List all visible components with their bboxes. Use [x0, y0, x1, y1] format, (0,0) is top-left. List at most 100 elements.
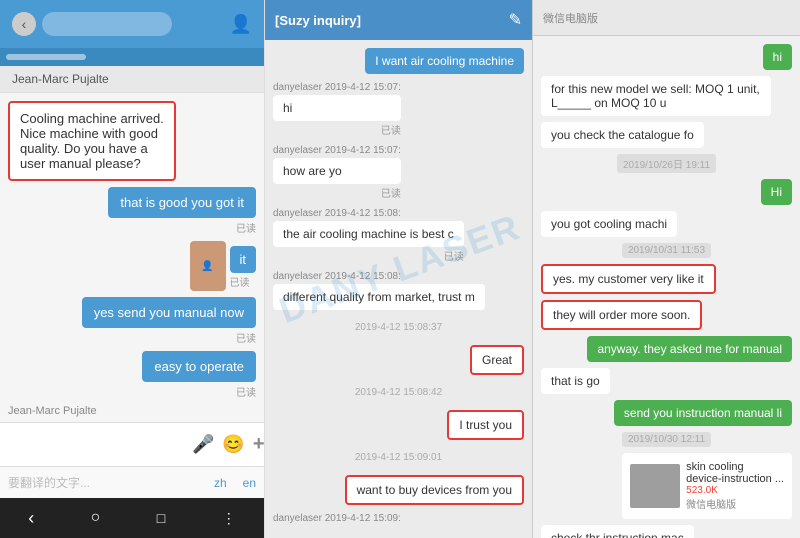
recents-nav-icon[interactable]: □	[157, 510, 165, 526]
sender-name: danyelaser	[273, 208, 322, 219]
right-header-label: 微信电脑版	[543, 10, 598, 26]
back-nav-icon[interactable]: ‹	[28, 508, 34, 529]
emoji-icon[interactable]: 😊	[222, 434, 244, 455]
translate-from[interactable]: zh	[214, 476, 227, 490]
message-meta: danyelaser 2019-4-12 15:08:	[273, 271, 485, 282]
message-text: the air cooling machine is best c	[283, 227, 454, 241]
list-item: send you instruction manual li	[614, 400, 792, 426]
message-timestamp: 2019-4-12 15:09:	[325, 513, 401, 524]
microphone-icon[interactable]: 🎤	[192, 434, 214, 455]
right-messages-container: hi for this new model we sell: MOQ 1 uni…	[533, 36, 800, 538]
message-bubble: yes send you manual now	[82, 297, 256, 328]
list-item: you check the catalogue fo	[541, 122, 704, 148]
timestamp-label: 2019/10/26日 19:11	[617, 154, 716, 173]
product-size: 523.0K	[686, 485, 784, 496]
list-item: anyway. they asked me for manual	[587, 336, 792, 362]
message-timestamp: 2019-4-12 15:07:	[325, 145, 401, 156]
home-nav-icon[interactable]: ○	[91, 509, 101, 527]
sender-name: danyelaser	[273, 82, 322, 93]
list-item: you got cooling machi	[541, 211, 677, 237]
list-item: danyelaser 2019-4-12 15:07: how are yo 已…	[273, 145, 401, 200]
message-timestamp: 2019-4-12 15:07:	[325, 82, 401, 93]
message-text: yes. my customer very like it	[553, 272, 704, 286]
timestamp-label: 2019/10/30 12:11	[622, 432, 711, 447]
middle-header: [Suzy inquiry] ✎	[265, 0, 532, 40]
message-text: that is go	[551, 374, 600, 388]
read-status: 已读	[230, 278, 250, 289]
message-bubble: Cooling machine arrived.Nice machine wit…	[8, 101, 176, 181]
message-bubble: I want air cooling machine	[365, 48, 524, 74]
message-bubble: Hi	[761, 179, 792, 205]
message-input-row: 🎤 😊 +	[0, 422, 264, 466]
message-bubble: check thr instruction mac	[541, 525, 694, 538]
message-bubble: hi	[273, 95, 401, 121]
left-chat-panel: ‹ 👤 Jean-Marc Pujalte Cooling machine ar…	[0, 0, 265, 538]
message-text: different quality from market, trust m	[283, 290, 475, 304]
read-status: 已读	[273, 185, 401, 200]
contact-name-blur	[6, 54, 86, 60]
read-status: 已读	[273, 248, 464, 263]
list-item: I want air cooling machine	[365, 48, 524, 74]
message-text: how are yo	[283, 164, 342, 178]
message-bubble: you got cooling machi	[541, 211, 677, 237]
app-container: DANY LASER ‹ 👤 Jean-Marc Pujalte	[0, 0, 800, 538]
search-bar[interactable]	[42, 12, 172, 36]
list-item: Cooling machine arrived.Nice machine wit…	[8, 101, 176, 181]
message-text: I trust you	[459, 418, 512, 432]
list-item: yes send you manual now 已读	[82, 297, 256, 345]
message-text: for this new model we sell: MOQ 1 unit, …	[551, 82, 760, 110]
read-status: 已读	[273, 122, 401, 137]
message-meta: danyelaser 2019-4-12 15:08:	[273, 208, 464, 219]
list-item: for this new model we sell: MOQ 1 unit, …	[541, 76, 771, 116]
message-text: send you instruction manual li	[624, 406, 782, 420]
message-text: anyway. they asked me for manual	[597, 342, 782, 356]
message-input[interactable]	[8, 437, 184, 452]
message-text: Hi	[771, 185, 782, 199]
list-item: check thr instruction mac	[541, 525, 694, 538]
message-bubble: easy to operate	[142, 351, 256, 382]
contact-name: Jean-Marc Pujalte	[12, 72, 109, 86]
person-icon[interactable]: 👤	[230, 14, 252, 35]
list-item: danyelaser 2019-4-12 15:09:	[273, 513, 401, 526]
menu-nav-icon[interactable]: ⋮	[222, 510, 236, 527]
product-card: skin coolingdevice-instruction ... 523.0…	[622, 453, 792, 519]
message-bubble: they will order more soon.	[541, 300, 702, 330]
nav-bar: ‹ ○ □ ⋮	[0, 498, 264, 538]
message-text: yes send you manual now	[94, 305, 244, 320]
avatar: 👤	[190, 241, 226, 291]
message-text: that is good you got it	[120, 195, 244, 210]
translate-bar: 要翻译的文字... zh en	[0, 466, 264, 498]
left-messages-container: Cooling machine arrived.Nice machine wit…	[0, 93, 264, 422]
list-item: danyelaser 2019-4-12 15:08: the air cool…	[273, 208, 464, 263]
message-bubble: for this new model we sell: MOQ 1 unit, …	[541, 76, 771, 116]
product-card-container: skin coolingdevice-instruction ... 523.0…	[622, 453, 792, 519]
product-name: skin coolingdevice-instruction ...	[686, 461, 784, 485]
left-header: ‹ 👤	[0, 0, 264, 48]
message-bubble: yes. my customer very like it	[541, 264, 716, 294]
message-text: Great	[482, 353, 512, 367]
middle-header-title: [Suzy inquiry]	[275, 13, 361, 28]
product-thumbnail	[630, 464, 680, 508]
message-meta: danyelaser 2019-4-12 15:07:	[273, 145, 401, 156]
message-text: you check the catalogue fo	[551, 128, 694, 142]
message-bubble: anyway. they asked me for manual	[587, 336, 792, 362]
message-bubble: that is good you got it	[108, 187, 256, 218]
add-icon[interactable]: +	[253, 433, 265, 456]
back-icon[interactable]: ‹	[12, 12, 36, 36]
message-meta: danyelaser 2019-4-12 15:09:	[273, 513, 401, 524]
message-meta: danyelaser 2019-4-12 15:07:	[273, 82, 401, 93]
list-item: danyelaser 2019-4-12 15:07: hi 已读	[273, 82, 401, 137]
list-item: that is go	[541, 368, 610, 394]
middle-messages-container: I want air cooling machine danyelaser 20…	[265, 40, 532, 538]
right-header: 微信电脑版	[533, 0, 800, 36]
middle-edit-icon[interactable]: ✎	[509, 10, 522, 30]
message-text: I want air cooling machine	[375, 54, 514, 68]
sender-name: danyelaser	[273, 271, 322, 282]
translate-to[interactable]: en	[243, 476, 256, 490]
sender-name: danyelaser	[273, 513, 322, 524]
message-text: it	[240, 252, 247, 267]
message-bubble: how are yo	[273, 158, 401, 184]
message-text: hi	[773, 50, 782, 64]
middle-chat-panel: [Suzy inquiry] ✎ I want air cooling mach…	[265, 0, 533, 538]
message-timestamp: 2019-4-12 15:08:	[325, 208, 401, 219]
